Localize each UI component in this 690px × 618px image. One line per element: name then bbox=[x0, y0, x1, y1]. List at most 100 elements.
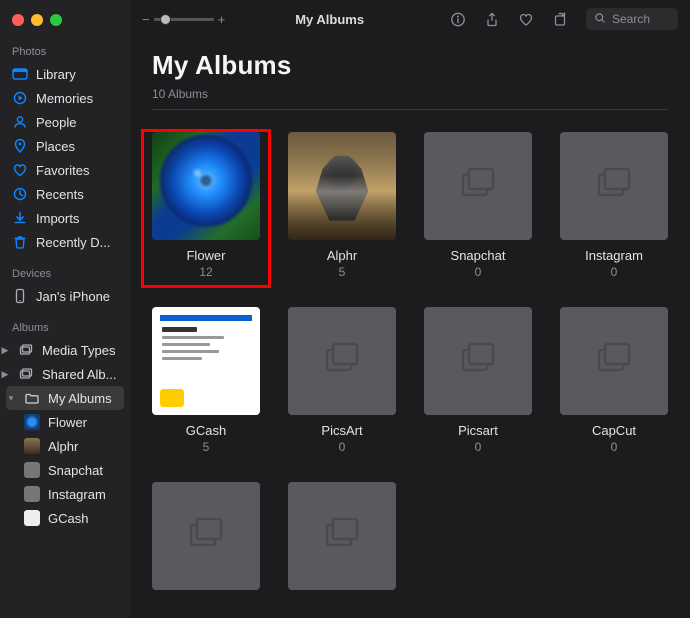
sidebar-heading-devices: Devices bbox=[0, 262, 130, 284]
people-icon bbox=[12, 114, 28, 130]
chevron-down-icon: ▾ bbox=[6, 393, 16, 404]
close-window-button[interactable] bbox=[12, 14, 24, 26]
share-icon[interactable] bbox=[484, 11, 500, 27]
window-controls bbox=[0, 8, 130, 40]
album-thumbnail bbox=[424, 132, 532, 240]
sidebar-item-label: Shared Alb... bbox=[42, 367, 116, 382]
sidebar-item-imports[interactable]: Imports bbox=[0, 206, 130, 230]
content-area: − + My Albums My Albums 10 Albums Flower… bbox=[130, 0, 690, 618]
sidebar-item-label: Imports bbox=[36, 211, 79, 226]
album-tile[interactable]: Alphr 5 bbox=[288, 132, 396, 279]
slider-track[interactable] bbox=[154, 18, 214, 21]
slider-knob[interactable] bbox=[160, 14, 171, 25]
album-tile[interactable] bbox=[152, 482, 260, 600]
page-subtitle: 10 Albums bbox=[152, 87, 668, 109]
shared-icon bbox=[18, 366, 34, 382]
sidebar-item-my-albums[interactable]: ▾ My Albums bbox=[6, 386, 124, 410]
sidebar-item-label: Media Types bbox=[42, 343, 115, 358]
rotate-icon[interactable] bbox=[552, 11, 568, 27]
sidebar-item-label: GCash bbox=[48, 511, 88, 526]
sidebar-item-label: Library bbox=[36, 67, 76, 82]
memories-icon bbox=[12, 90, 28, 106]
zoom-in-icon: + bbox=[218, 12, 226, 27]
page-title: My Albums bbox=[152, 50, 668, 81]
zoom-out-icon: − bbox=[142, 12, 150, 27]
album-thumb-icon bbox=[24, 462, 40, 478]
sidebar-item-places[interactable]: Places bbox=[0, 134, 130, 158]
album-thumbnail bbox=[424, 307, 532, 415]
sidebar-item-label: My Albums bbox=[48, 391, 112, 406]
folder-icon bbox=[24, 390, 40, 406]
favorite-icon[interactable] bbox=[518, 11, 534, 27]
album-thumbnail bbox=[288, 132, 396, 240]
page-header: My Albums 10 Albums bbox=[130, 38, 690, 109]
album-count: 5 bbox=[203, 440, 210, 454]
sidebar-item-device[interactable]: Jan's iPhone bbox=[0, 284, 130, 308]
sidebar-subitem-gcash[interactable]: GCash bbox=[0, 506, 130, 530]
toolbar-title: My Albums bbox=[295, 12, 364, 27]
sidebar-item-media-types[interactable]: ▶ Media Types bbox=[0, 338, 130, 362]
album-name: Picsart bbox=[458, 423, 498, 438]
albums-grid: Flower 12 Alphr 5 Snapchat 0 Instagram 0 GCash 5 P… bbox=[130, 110, 690, 600]
sidebar-item-recents[interactable]: Recents bbox=[0, 182, 130, 206]
album-tile[interactable]: Flower 12 bbox=[152, 132, 260, 279]
sidebar-item-label: Recents bbox=[36, 187, 84, 202]
sidebar-subitem-alphr[interactable]: Alphr bbox=[0, 434, 130, 458]
sidebar-item-favorites[interactable]: Favorites bbox=[0, 158, 130, 182]
sidebar-item-label: Flower bbox=[48, 415, 87, 430]
search-field[interactable] bbox=[586, 8, 678, 30]
album-thumb-icon bbox=[24, 414, 40, 430]
album-count: 5 bbox=[339, 265, 346, 279]
sidebar: Photos Library Memories People Places Fa… bbox=[0, 0, 130, 618]
album-count: 12 bbox=[152, 265, 260, 279]
sidebar-item-recently-deleted[interactable]: Recently D... bbox=[0, 230, 130, 254]
album-tile[interactable]: Instagram 0 bbox=[560, 132, 668, 279]
sidebar-item-label: Recently D... bbox=[36, 235, 110, 250]
info-icon[interactable] bbox=[450, 11, 466, 27]
iphone-icon bbox=[12, 288, 28, 304]
album-tile[interactable] bbox=[288, 482, 396, 600]
highlight-box: Flower 12 bbox=[141, 129, 271, 288]
sidebar-item-shared-albums[interactable]: ▶ Shared Alb... bbox=[0, 362, 130, 386]
album-thumbnail bbox=[152, 132, 260, 240]
album-thumbnail bbox=[152, 307, 260, 415]
album-name: Alphr bbox=[327, 248, 357, 263]
album-count: 0 bbox=[475, 265, 482, 279]
album-count: 0 bbox=[611, 265, 618, 279]
sidebar-subitem-instagram[interactable]: Instagram bbox=[0, 482, 130, 506]
album-count: 0 bbox=[339, 440, 346, 454]
sidebar-item-label: Instagram bbox=[48, 487, 106, 502]
album-tile[interactable]: Picsart 0 bbox=[424, 307, 532, 454]
album-name: Snapchat bbox=[451, 248, 506, 263]
stack-icon bbox=[18, 342, 34, 358]
heart-icon bbox=[12, 162, 28, 178]
toolbar: − + My Albums bbox=[130, 0, 690, 38]
album-thumb-icon bbox=[24, 486, 40, 502]
sidebar-item-label: Places bbox=[36, 139, 75, 154]
album-count: 0 bbox=[611, 440, 618, 454]
album-name: Flower bbox=[152, 248, 260, 263]
sidebar-heading-albums: Albums bbox=[0, 316, 130, 338]
fullscreen-window-button[interactable] bbox=[50, 14, 62, 26]
minimize-window-button[interactable] bbox=[31, 14, 43, 26]
search-input[interactable] bbox=[612, 12, 672, 26]
album-name: Instagram bbox=[585, 248, 643, 263]
zoom-slider[interactable]: − + bbox=[142, 12, 225, 27]
sidebar-item-people[interactable]: People bbox=[0, 110, 130, 134]
sidebar-item-library[interactable]: Library bbox=[0, 62, 130, 86]
sidebar-item-label: Favorites bbox=[36, 163, 89, 178]
album-name: GCash bbox=[186, 423, 226, 438]
sidebar-subitem-flower[interactable]: Flower bbox=[0, 410, 130, 434]
sidebar-subitem-snapchat[interactable]: Snapchat bbox=[0, 458, 130, 482]
app-window: Photos Library Memories People Places Fa… bbox=[0, 0, 690, 618]
album-thumbnail bbox=[288, 307, 396, 415]
album-thumbnail bbox=[560, 307, 668, 415]
clock-icon bbox=[12, 186, 28, 202]
album-count: 0 bbox=[475, 440, 482, 454]
album-thumb-icon bbox=[24, 510, 40, 526]
album-tile[interactable]: CapCut0 bbox=[560, 307, 668, 454]
album-tile[interactable]: GCash 5 bbox=[152, 307, 260, 454]
album-tile[interactable]: Snapchat 0 bbox=[424, 132, 532, 279]
album-tile[interactable]: PicsArt0 bbox=[288, 307, 396, 454]
sidebar-item-memories[interactable]: Memories bbox=[0, 86, 130, 110]
